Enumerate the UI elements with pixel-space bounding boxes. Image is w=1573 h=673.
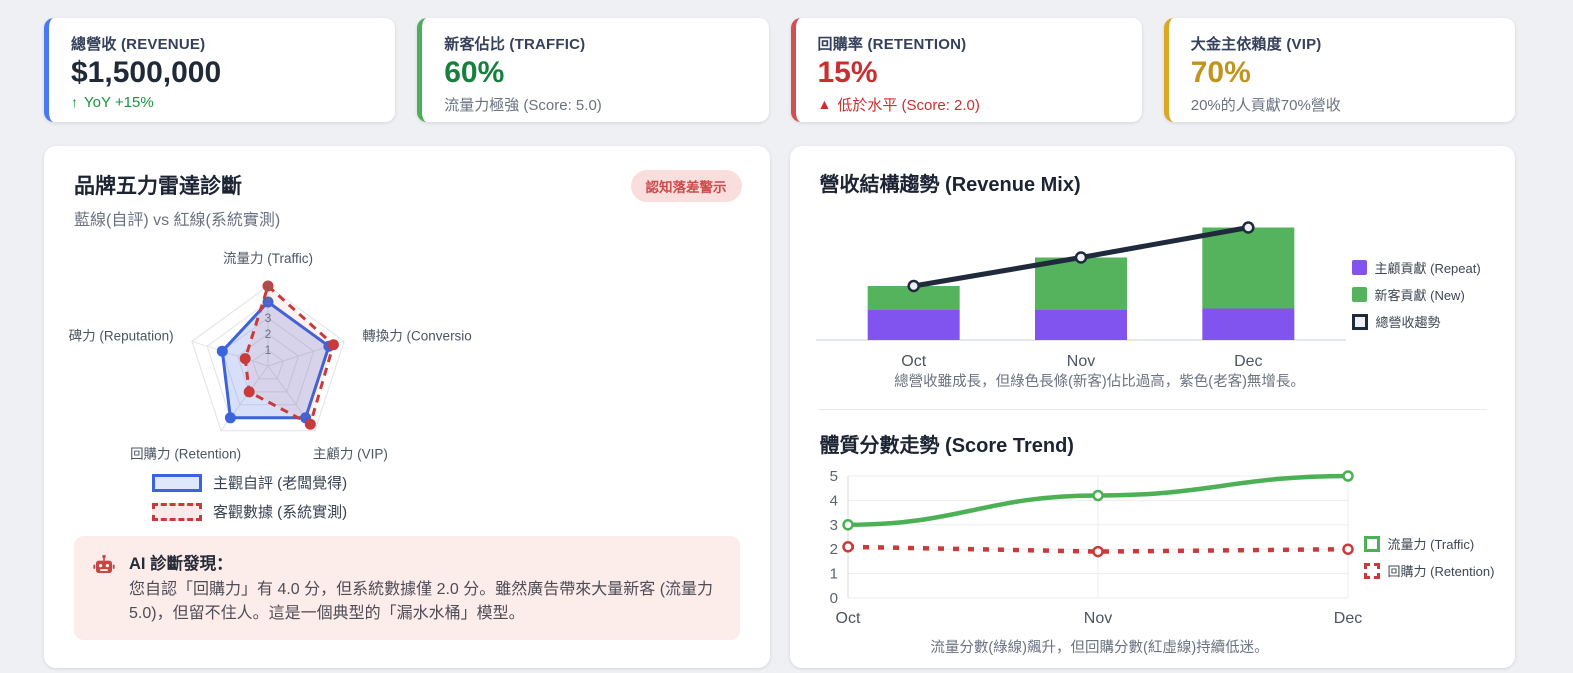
kpi-sub: 20%的人貢獻70%營收 [1191,94,1493,115]
svg-text:5: 5 [829,468,837,485]
trend-up-icon: ↑ [71,95,78,109]
legend-item-retention[interactable]: 回購力 (Retention) [1364,561,1495,580]
kpi-label: 回購率 (RETENTION) [818,33,1120,54]
kpi-label: 大金主依賴度 (VIP) [1191,33,1493,54]
legend-label: 客觀數據 (系統實測) [213,501,347,522]
svg-text:Dec: Dec [1333,610,1361,627]
radar-panel-titles: 品牌五力雷達診斷 藍線(自評) vs 紅線(系統實測) [74,170,280,230]
score-trend-chart: 0 1 2 3 4 5 Oct Nov Dec [802,466,1364,638]
legend-item-self[interactable]: 主觀自評 (老闆覺得) [152,472,347,493]
legend-swatch-dark-outline [1352,314,1368,330]
svg-text:1: 1 [829,566,837,583]
revenue-mix-chart: Oct Nov Dec [816,206,1346,374]
ai-diagnosis-title: AI 診斷發現： [129,550,722,574]
ai-diagnosis-box: AI 診斷發現： 您自認「回購力」有 4.0 分，但系統數據僅 2.0 分。雖然… [74,536,740,640]
svg-text:0: 0 [829,590,837,607]
revenue-mix-title: 營收結構趨勢 (Revenue Mix) [820,168,1081,197]
legend-label: 回購力 (Retention) [1388,561,1495,580]
radar-legend: 主觀自評 (老闆覺得) 客觀數據 (系統實測) [152,472,347,522]
svg-text:Dec: Dec [1234,353,1262,370]
legend-label: 新客貢獻 (New) [1375,285,1465,304]
svg-text:2: 2 [829,541,837,558]
kpi-card-traffic: 新客佔比 (TRAFFIC) 60% 流量力極強 (Score: 5.0) [417,18,768,122]
radar-panel-subtitle: 藍線(自評) vs 紅線(系統實測) [74,206,280,230]
svg-text:3: 3 [829,517,837,534]
svg-text:Oct: Oct [901,353,926,370]
svg-text:轉換力 (Conversio: 轉換力 (Conversio [362,328,472,343]
legend-item-system[interactable]: 客觀數據 (系統實測) [152,501,347,522]
svg-text:5: 5 [265,279,272,293]
svg-text:碑力 (Reputation): 碑力 (Reputation) [69,328,174,343]
legend-item-new[interactable]: 新客貢獻 (New) [1352,285,1481,304]
svg-text:4: 4 [829,492,837,509]
kpi-sub: ▲ 低於水平 (Score: 2.0) [818,94,1120,115]
kpi-value: $1,500,000 [71,56,373,91]
score-trend-caption: 流量分數(綠線)飆升，但回購分數(紅虛線)持續低迷。 [790,636,1410,657]
kpi-sub-text: 20%的人貢獻70%營收 [1191,94,1341,115]
svg-text:Nov: Nov [1066,353,1094,370]
legend-label: 主觀自評 (老闆覺得) [213,472,347,493]
revenue-mix-caption: 總營收雖成長，但綠色長條(新客)佔比過高，紫色(老客)無增長。 [790,370,1410,391]
legend-item-traffic[interactable]: 流量力 (Traffic) [1364,534,1495,553]
radar-panel: 品牌五力雷達診斷 藍線(自評) vs 紅線(系統實測) 認知落差警示 1 2 3 4 5… [44,146,770,668]
kpi-value: 70% [1191,56,1493,91]
legend-swatch-blue-solid [152,474,202,492]
legend-swatch-red-dashed-outline [1364,563,1380,579]
kpi-value: 15% [818,56,1120,91]
kpi-sub: 流量力極強 (Score: 5.0) [444,94,746,115]
score-trend-title: 體質分數走勢 (Score Trend) [820,429,1074,458]
kpi-card-revenue: 總營收 (REVENUE) $1,500,000 ↑ YoY +15% [44,18,395,122]
revenue-mix-legend: 主顧貢獻 (Repeat) 新客貢獻 (New) 總營收趨勢 [1352,258,1481,331]
kpi-label: 總營收 (REVENUE) [71,33,373,54]
score-trend-legend: 流量力 (Traffic) 回購力 (Retention) [1364,534,1495,580]
svg-text:Oct: Oct [835,610,860,627]
kpi-card-vip: 大金主依賴度 (VIP) 70% 20%的人貢獻70%營收 [1164,18,1515,122]
legend-swatch-red-dashed [152,503,202,521]
legend-swatch-purple [1352,260,1367,275]
svg-text:Nov: Nov [1083,610,1111,627]
ai-diagnosis-body: 您自認「回購力」有 4.0 分，但系統數據僅 2.0 分。雖然廣告帶來大量新客 … [129,578,722,626]
svg-text:主顧力 (VIP): 主顧力 (VIP) [313,447,388,462]
legend-label: 總營收趨勢 [1376,312,1441,331]
legend-label: 流量力 (Traffic) [1388,534,1475,553]
kpi-label: 新客佔比 (TRAFFIC) [444,33,746,54]
panel-divider [818,409,1488,410]
svg-text:2: 2 [265,327,272,341]
kpi-value: 60% [444,56,746,91]
svg-text:4: 4 [265,295,272,309]
radar-panel-header: 品牌五力雷達診斷 藍線(自評) vs 紅線(系統實測) 認知落差警示 [74,170,742,230]
svg-text:流量力 (Traffic): 流量力 (Traffic) [223,251,313,266]
trend-panel: 營收結構趨勢 (Revenue Mix) Oct Nov Dec 主顧貢獻 (Rep… [790,146,1516,668]
svg-text:3: 3 [265,311,272,325]
svg-text:回購力 (Retention): 回購力 (Retention) [130,447,241,462]
legend-swatch-green-outline [1364,536,1380,552]
warning-icon: ▲ [818,97,832,111]
kpi-row: 總營收 (REVENUE) $1,500,000 ↑ YoY +15% 新客佔比… [44,18,1515,122]
dashboard: 總營收 (REVENUE) $1,500,000 ↑ YoY +15% 新客佔比… [0,0,1573,668]
kpi-card-retention: 回購率 (RETENTION) 15% ▲ 低於水平 (Score: 2.0) [791,18,1142,122]
radar-chart: 1 2 3 4 5 流量力 (Traffic) 轉換力 (Conversio 主顧力 (VIP… [50,242,502,490]
kpi-sub-text: 低於水平 (Score: 2.0) [837,94,980,115]
svg-text:1: 1 [265,343,272,357]
kpi-sub: ↑ YoY +15% [71,94,373,111]
kpi-sub-text: YoY +15% [84,94,154,111]
cognitive-gap-badge: 認知落差警示 [631,170,742,202]
kpi-sub-text: 流量力極強 (Score: 5.0) [444,94,602,115]
legend-label: 主顧貢獻 (Repeat) [1375,258,1481,277]
main-row: 品牌五力雷達診斷 藍線(自評) vs 紅線(系統實測) 認知落差警示 1 2 3 4 5… [44,146,1515,668]
legend-item-total[interactable]: 總營收趨勢 [1352,312,1481,331]
ai-diagnosis-text: AI 診斷發現： 您自認「回購力」有 4.0 分，但系統數據僅 2.0 分。雖然… [129,550,722,626]
legend-swatch-green [1352,287,1367,302]
legend-item-repeat[interactable]: 主顧貢獻 (Repeat) [1352,258,1481,277]
radar-panel-title: 品牌五力雷達診斷 [74,170,280,200]
robot-icon [92,553,116,577]
